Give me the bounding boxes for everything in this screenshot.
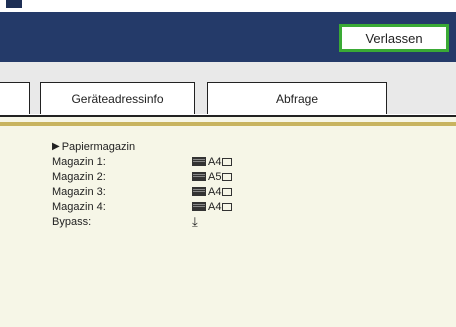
top-strip	[0, 0, 456, 12]
tray-row: Magazin 1: A4	[52, 154, 233, 169]
paper-size: A4	[208, 200, 222, 213]
paper-tray-list: ▶ Papiermagazin Magazin 1: A4 Magazin 2:…	[52, 139, 233, 229]
paper-tray-icon	[192, 202, 206, 211]
tab-device-address-info[interactable]: Geräteadressinfo	[40, 82, 195, 114]
tab-previous[interactable]	[0, 82, 30, 114]
tray-info: A5	[192, 170, 233, 183]
tray-label: Magazin 3:	[52, 185, 106, 198]
tray-row: Bypass: ⤓	[52, 214, 232, 229]
tab-inquiry[interactable]: Abfrage	[207, 82, 387, 114]
gold-rule	[0, 122, 456, 126]
paper-tray-icon	[192, 187, 206, 196]
paper-size: A4	[208, 155, 222, 168]
paper-tray-icon	[192, 157, 206, 166]
tray-info: A4	[192, 185, 233, 198]
paper-tray-heading: Papiermagazin	[61, 140, 136, 153]
tray-label: Magazin 2:	[52, 170, 106, 183]
landscape-orientation-icon	[222, 157, 233, 166]
corner-mark	[6, 0, 22, 8]
exit-button[interactable]: Verlassen	[339, 24, 449, 52]
tray-label: Magazin 4:	[52, 200, 106, 213]
tray-info: A4	[192, 200, 233, 213]
paper-size: A5	[208, 170, 222, 183]
tray-row: Magazin 2: A5	[52, 169, 233, 184]
landscape-orientation-icon	[222, 187, 233, 196]
section-title: ▶ Papiermagazin	[52, 139, 232, 154]
tray-label: Magazin 1:	[52, 155, 106, 168]
paper-tray-icon	[192, 172, 206, 181]
screen: Verlassen Geräteadressinfo Abfrage ▶ Pap…	[0, 0, 456, 327]
landscape-orientation-icon	[222, 172, 233, 181]
tray-info: ⤓	[192, 214, 198, 230]
bypass-tray-icon: ⤓	[192, 213, 198, 229]
tray-info: A4	[192, 155, 233, 168]
paper-size: A4	[208, 185, 222, 198]
tray-label: Bypass:	[52, 215, 92, 228]
tray-row: Magazin 4: A4	[52, 199, 233, 214]
play-arrow-icon: ▶	[52, 141, 60, 152]
landscape-orientation-icon	[222, 202, 233, 211]
tray-row: Magazin 3: A4	[52, 184, 233, 199]
